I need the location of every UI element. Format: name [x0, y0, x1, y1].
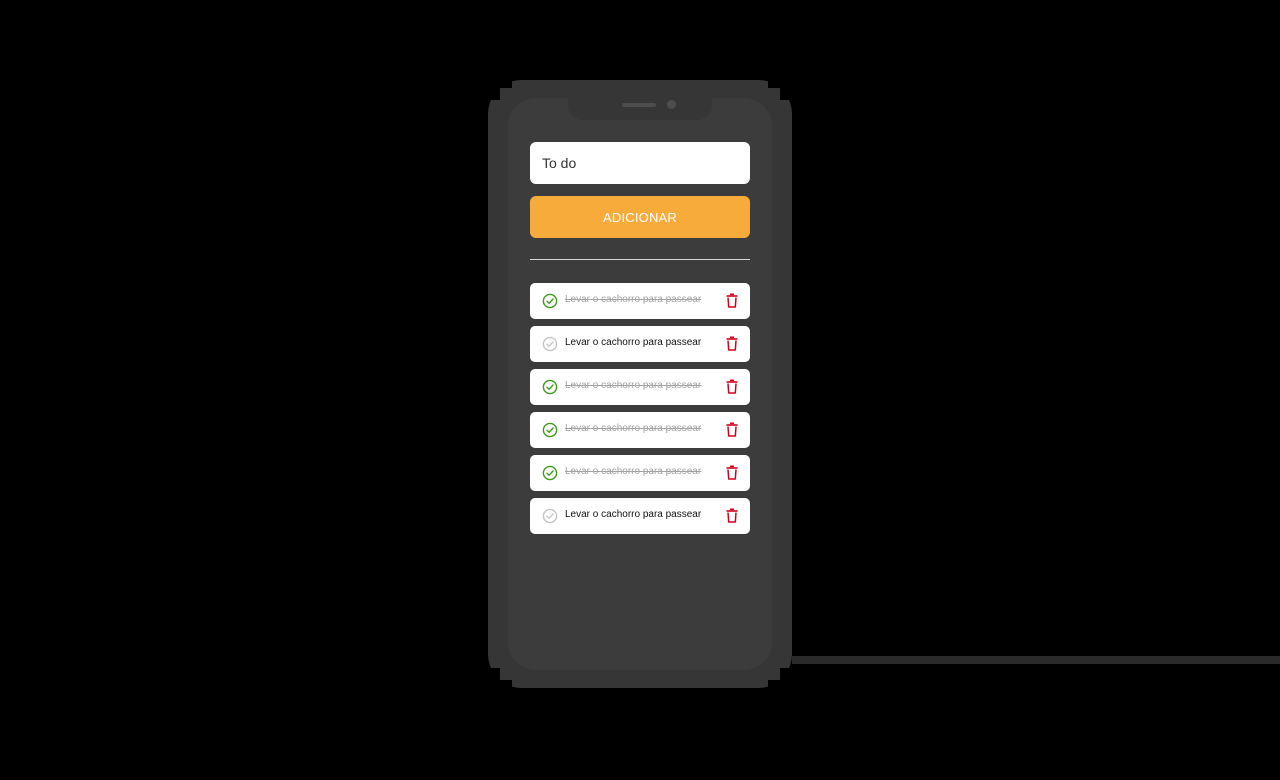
task-label: Levar o cachorro para passear — [565, 380, 702, 391]
task-label: Levar o cachorro para passear — [565, 509, 702, 520]
check-circle-icon[interactable] — [542, 379, 558, 395]
task-item: Levar o cachorro para passear — [530, 369, 750, 405]
trash-icon[interactable] — [726, 293, 738, 308]
check-circle-icon[interactable] — [542, 422, 558, 438]
stage: ADICIONAR Levar o cachorro para passearL… — [0, 0, 1280, 780]
task-item: Levar o cachorro para passear — [530, 326, 750, 362]
task-item: Levar o cachorro para passear — [530, 412, 750, 448]
task-list: Levar o cachorro para passear Levar o cac… — [530, 283, 750, 541]
add-task-button[interactable]: ADICIONAR — [530, 196, 750, 238]
todo-input[interactable] — [530, 142, 750, 184]
divider — [530, 259, 750, 260]
check-circle-outline-icon[interactable] — [542, 336, 558, 352]
task-label: Levar o cachorro para passear — [565, 294, 702, 305]
task-item: Levar o cachorro para passear — [530, 498, 750, 534]
task-label: Levar o cachorro para passear — [565, 337, 702, 348]
task-label: Levar o cachorro para passear — [565, 423, 702, 434]
task-item: Levar o cachorro para passear — [530, 283, 750, 319]
task-label: Levar o cachorro para passear — [565, 466, 702, 477]
floor-shadow — [792, 656, 1280, 664]
speaker-icon — [622, 103, 656, 107]
check-circle-icon[interactable] — [542, 293, 558, 309]
trash-icon[interactable] — [726, 422, 738, 437]
phone-notch — [568, 96, 712, 120]
trash-icon[interactable] — [726, 465, 738, 480]
trash-icon[interactable] — [726, 379, 738, 394]
camera-icon — [667, 100, 676, 109]
check-circle-icon[interactable] — [542, 465, 558, 481]
trash-icon[interactable] — [726, 508, 738, 523]
task-item: Levar o cachorro para passear — [530, 455, 750, 491]
trash-icon[interactable] — [726, 336, 738, 351]
check-circle-outline-icon[interactable] — [542, 508, 558, 524]
